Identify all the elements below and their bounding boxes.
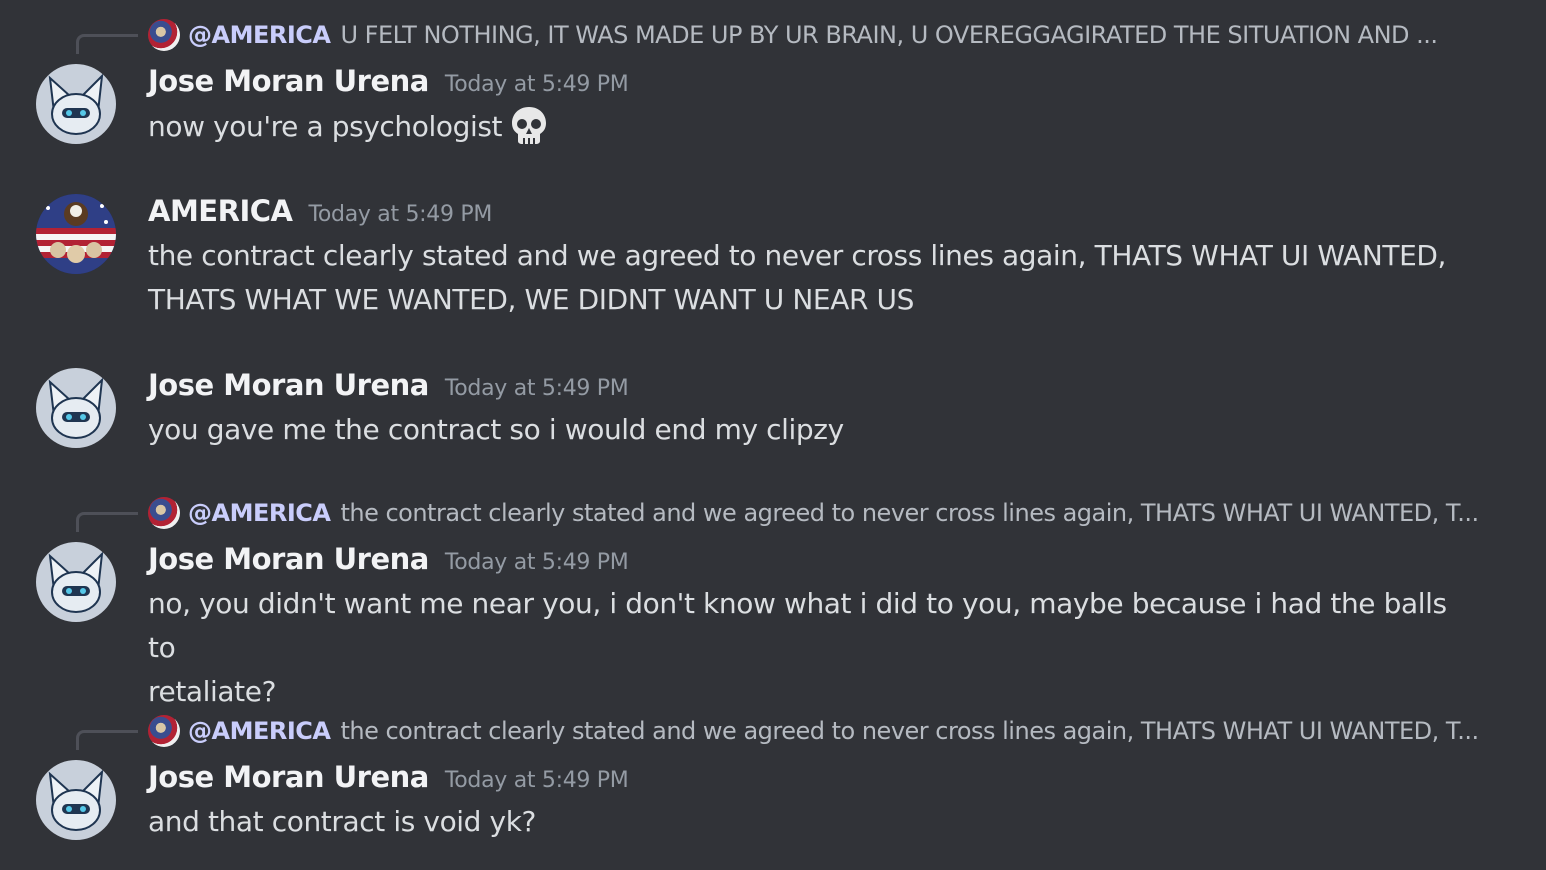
reply-connector-line xyxy=(76,730,138,750)
avatar-jose[interactable] xyxy=(36,64,116,144)
message-content: and that contract is void yk? xyxy=(148,800,1466,844)
message-header: AMERICA Today at 5:49 PM xyxy=(148,194,492,228)
message-text: now you're a psychologist xyxy=(148,110,503,143)
reply-mention[interactable]: @AMERICA xyxy=(188,21,331,49)
reply-text[interactable]: U FELT NOTHING, IT WAS MADE UP BY UR BRA… xyxy=(340,21,1437,49)
reply-text[interactable]: the contract clearly stated and we agree… xyxy=(340,717,1478,745)
avatar-america[interactable] xyxy=(36,194,116,274)
username[interactable]: Jose Moran Urena xyxy=(148,760,429,794)
message-text-line: no, you didn't want me near you, i don't… xyxy=(148,587,1447,664)
username[interactable]: AMERICA xyxy=(148,194,293,228)
skull-emoji-icon xyxy=(508,104,550,146)
reply-avatar-america[interactable] xyxy=(148,715,180,747)
message-text-line: the contract clearly stated and we agree… xyxy=(148,239,1447,272)
reply-preview[interactable]: @AMERICA the contract clearly stated and… xyxy=(148,714,1506,748)
message-text: and that contract is void yk? xyxy=(148,805,537,838)
reply-connector-line xyxy=(76,34,138,54)
message-header: Jose Moran Urena Today at 5:49 PM xyxy=(148,64,629,98)
reply-connector-line xyxy=(76,512,138,532)
timestamp: Today at 5:49 PM xyxy=(444,768,629,793)
timestamp: Today at 5:49 PM xyxy=(308,202,493,227)
message-content: no, you didn't want me near you, i don't… xyxy=(148,582,1466,714)
message-text-line: THATS WHAT WE WANTED, WE DIDNT WANT U NE… xyxy=(148,283,915,316)
message-text: you gave me the contract so i would end … xyxy=(148,413,844,446)
reply-preview[interactable]: @AMERICA the contract clearly stated and… xyxy=(148,496,1506,530)
timestamp: Today at 5:49 PM xyxy=(444,376,629,401)
reply-text[interactable]: the contract clearly stated and we agree… xyxy=(340,499,1478,527)
reply-mention[interactable]: @AMERICA xyxy=(188,717,331,745)
reply-avatar-america[interactable] xyxy=(148,19,180,51)
message-text-line: retaliate? xyxy=(148,675,277,708)
avatar-jose[interactable] xyxy=(36,542,116,622)
message-content: you gave me the contract so i would end … xyxy=(148,408,1466,452)
message-header: Jose Moran Urena Today at 5:49 PM xyxy=(148,368,629,402)
message-header: Jose Moran Urena Today at 5:49 PM xyxy=(148,542,629,576)
reply-avatar-america[interactable] xyxy=(148,497,180,529)
chat-message-list: @AMERICA U FELT NOTHING, IT WAS MADE UP … xyxy=(0,0,1546,870)
avatar-jose[interactable] xyxy=(36,760,116,840)
timestamp: Today at 5:49 PM xyxy=(444,550,629,575)
avatar-jose[interactable] xyxy=(36,368,116,448)
reply-preview[interactable]: @AMERICA U FELT NOTHING, IT WAS MADE UP … xyxy=(148,18,1506,52)
message-content: now you're a psychologist xyxy=(148,104,1466,149)
username[interactable]: Jose Moran Urena xyxy=(148,542,429,576)
username[interactable]: Jose Moran Urena xyxy=(148,368,429,402)
reply-mention[interactable]: @AMERICA xyxy=(188,499,331,527)
timestamp: Today at 5:49 PM xyxy=(444,72,629,97)
message-header: Jose Moran Urena Today at 5:49 PM xyxy=(148,760,629,794)
username[interactable]: Jose Moran Urena xyxy=(148,64,429,98)
message-content: the contract clearly stated and we agree… xyxy=(148,234,1466,322)
